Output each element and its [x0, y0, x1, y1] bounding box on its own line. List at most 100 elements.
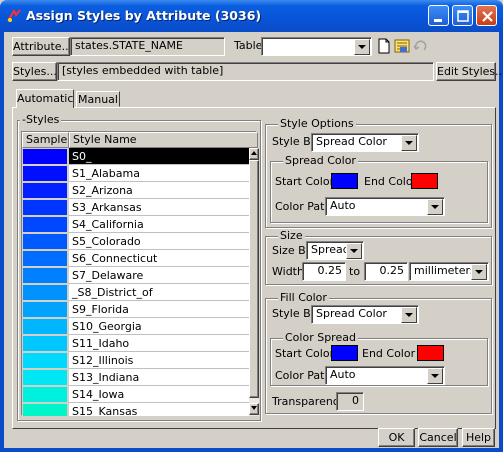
- new-table-icon[interactable]: [376, 38, 392, 54]
- style-name-cell[interactable]: S13_Indiana: [69, 369, 250, 386]
- table-row[interactable]: S5_Colorado: [22, 233, 251, 250]
- style-name-cell[interactable]: S1_Alabama: [69, 165, 250, 182]
- size-by-dropdown[interactable]: Spread: [306, 241, 364, 260]
- chevron-down-icon[interactable]: [354, 39, 370, 55]
- styles-scrollbar[interactable]: [249, 148, 259, 416]
- units-dropdown[interactable]: millimeters: [409, 262, 489, 281]
- chevron-down-icon[interactable]: [427, 199, 443, 215]
- table-row[interactable]: S1_Alabama: [22, 165, 251, 182]
- chevron-down-icon[interactable]: [401, 135, 417, 151]
- style-name-cell[interactable]: S11_Idaho: [69, 335, 250, 352]
- style-name-cell[interactable]: S7_Delaware: [69, 267, 250, 284]
- chevron-down-icon[interactable]: [401, 307, 417, 323]
- style-name-cell[interactable]: S5_Colorado: [69, 233, 250, 250]
- scroll-thumb[interactable]: [249, 160, 259, 398]
- table-row[interactable]: S14_Iowa: [22, 386, 251, 403]
- end-color-swatch[interactable]: [411, 173, 438, 189]
- start-color-label: Start Color: [275, 175, 335, 188]
- scroll-down-button[interactable]: [249, 403, 259, 415]
- table-row[interactable]: _S8_District_of: [22, 284, 251, 301]
- minimize-button[interactable]: [428, 5, 449, 26]
- size-by-value: Spread: [311, 243, 350, 256]
- style-sample-swatch: [23, 166, 67, 181]
- style-sample-swatch: [23, 200, 67, 215]
- chevron-down-icon[interactable]: [427, 368, 443, 384]
- table-row[interactable]: S3_Arkansas: [22, 199, 251, 216]
- style-sample-swatch: [23, 370, 67, 385]
- style-name-cell[interactable]: S6_Connecticut: [69, 250, 250, 267]
- fill-style-by-value: Spread Color: [316, 307, 387, 320]
- styles-button[interactable]: Styles...: [12, 62, 57, 81]
- table-row[interactable]: S0_: [22, 148, 251, 165]
- style-sample-swatch: [23, 319, 67, 334]
- color-path-label: Color Path: [275, 200, 332, 213]
- help-button[interactable]: Help: [462, 428, 495, 447]
- style-name-cell[interactable]: S3_Arkansas: [69, 199, 250, 216]
- table-row[interactable]: S13_Indiana: [22, 369, 251, 386]
- close-button[interactable]: [476, 5, 497, 26]
- style-by-dropdown[interactable]: Spread Color: [311, 133, 419, 152]
- attribute-field: states.STATE_NAME: [70, 37, 225, 56]
- column-header-sample[interactable]: Sample: [22, 132, 69, 148]
- styles-table[interactable]: Sample Style Name S0_ S1_Alabama S2_Arizon…: [21, 131, 259, 416]
- table-properties-icon[interactable]: [394, 38, 410, 54]
- size-title: Size: [278, 229, 305, 242]
- chevron-down-icon[interactable]: [346, 243, 362, 259]
- fill-color-path-label: Color Path: [275, 369, 332, 382]
- width-from-input[interactable]: 0.25: [302, 262, 346, 281]
- arrow-up-icon: [251, 151, 257, 155]
- color-path-dropdown[interactable]: Auto: [325, 197, 445, 216]
- style-sample-swatch: [23, 302, 67, 317]
- style-name-cell[interactable]: S9_Florida: [69, 301, 250, 318]
- fill-color-path-dropdown[interactable]: Auto: [325, 366, 445, 385]
- transparency-input[interactable]: 0: [336, 392, 364, 411]
- column-header-style-name[interactable]: Style Name: [69, 132, 258, 148]
- table-dropdown[interactable]: [261, 37, 372, 56]
- style-sample-swatch: [23, 183, 67, 198]
- maximize-icon: [457, 10, 469, 22]
- close-icon: [482, 11, 493, 22]
- chevron-down-icon[interactable]: [471, 264, 487, 280]
- table-row[interactable]: S15_Kansas: [22, 403, 251, 416]
- table-row[interactable]: S10_Georgia: [22, 318, 251, 335]
- style-name-cell[interactable]: S2_Arizona: [69, 182, 250, 199]
- minimize-icon: [434, 19, 442, 22]
- style-name-cell[interactable]: S0_: [69, 148, 250, 165]
- style-name-cell[interactable]: _S8_District_of: [69, 284, 250, 301]
- style-name-cell[interactable]: S12_Illinois: [69, 352, 250, 369]
- width-to-input[interactable]: 0.25: [364, 262, 408, 281]
- edit-styles-button[interactable]: Edit Styles...: [436, 62, 503, 81]
- attribute-button[interactable]: Attribute...: [12, 37, 72, 56]
- style-sample-swatch: [23, 234, 67, 249]
- table-row[interactable]: S12_Illinois: [22, 352, 251, 369]
- color-spread-title: Color Spread: [283, 331, 358, 344]
- style-name-cell[interactable]: S14_Iowa: [69, 386, 250, 403]
- window-frame-bottom: [0, 448, 503, 452]
- table-row[interactable]: S9_Florida: [22, 301, 251, 318]
- cancel-button[interactable]: Cancel: [418, 428, 458, 447]
- table-row[interactable]: S4_California: [22, 216, 251, 233]
- tab-manual[interactable]: Manual: [76, 91, 120, 107]
- table-row[interactable]: S7_Delaware: [22, 267, 251, 284]
- color-path-value: Auto: [330, 199, 356, 212]
- fill-color-path-value: Auto: [330, 368, 356, 381]
- style-sample-swatch: [23, 404, 67, 416]
- style-sample-swatch: [23, 217, 67, 232]
- fill-end-color-swatch[interactable]: [417, 345, 444, 361]
- style-sample-swatch: [23, 149, 67, 164]
- style-name-cell[interactable]: S15_Kansas: [69, 403, 250, 416]
- fill-start-color-swatch[interactable]: [331, 345, 358, 361]
- table-row[interactable]: S2_Arizona: [22, 182, 251, 199]
- ok-button[interactable]: OK: [378, 428, 415, 447]
- app-icon: [6, 8, 22, 23]
- style-name-cell[interactable]: S10_Georgia: [69, 318, 250, 335]
- table-row[interactable]: S6_Connecticut: [22, 250, 251, 267]
- scroll-up-button[interactable]: [249, 148, 259, 160]
- style-name-cell[interactable]: S4_California: [69, 216, 250, 233]
- table-label: Table: [234, 39, 263, 52]
- maximize-button[interactable]: [452, 5, 473, 26]
- table-row[interactable]: S11_Idaho: [22, 335, 251, 352]
- fill-style-by-dropdown[interactable]: Spread Color: [311, 305, 419, 324]
- tab-automatic[interactable]: Automatic: [16, 89, 74, 108]
- start-color-swatch[interactable]: [331, 173, 358, 189]
